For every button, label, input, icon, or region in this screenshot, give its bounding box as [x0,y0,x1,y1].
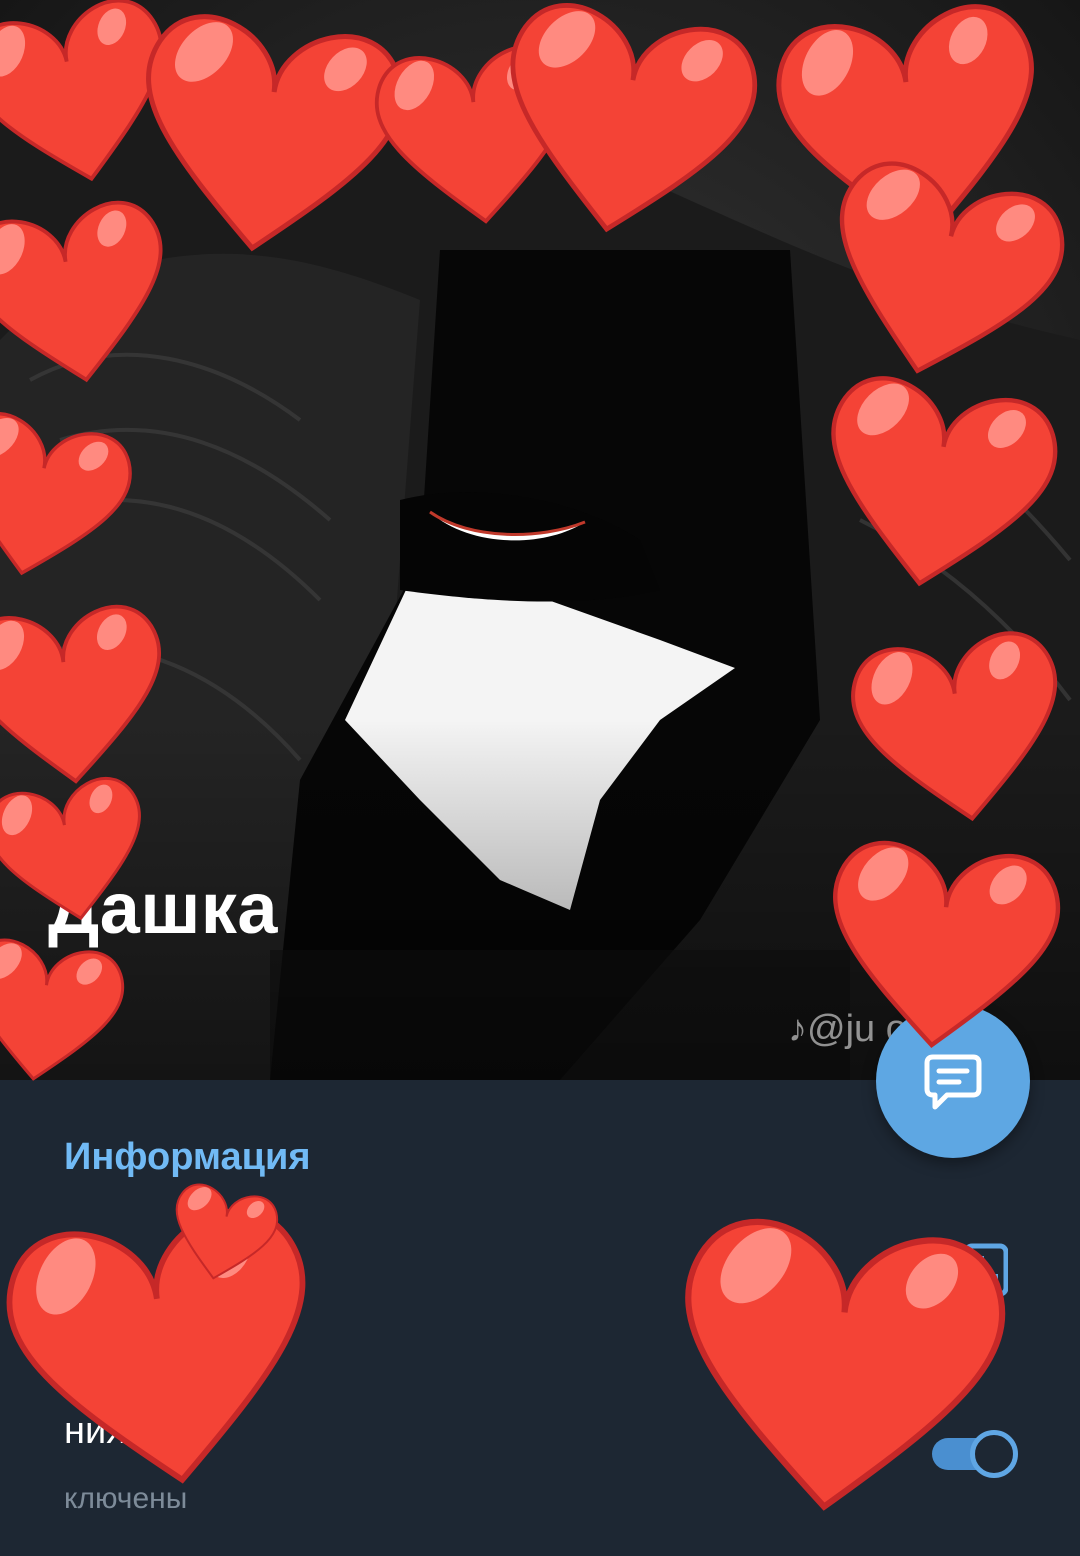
message-button[interactable] [876,1004,1030,1158]
info-section-title: Информация [64,1136,311,1178]
notifications-toggle[interactable] [928,1428,1020,1480]
profile-name: Дашка [48,869,278,949]
notifications-label: ния [64,1410,127,1452]
info-panel: Информация уу ользователя ния ключены [0,1080,1080,1556]
qr-code-icon[interactable] [960,1242,1008,1298]
profile-status: ти [48,985,83,1023]
profile-cover-photo[interactable]: Дашка ти ♪@ju ole [0,0,1080,1080]
toggle-knob [970,1430,1018,1478]
notifications-caption: ключены [64,1482,188,1515]
username-caption: ользователя [64,1292,238,1325]
username-value[interactable]: уу [64,1228,102,1271]
message-icon [924,1054,982,1110]
